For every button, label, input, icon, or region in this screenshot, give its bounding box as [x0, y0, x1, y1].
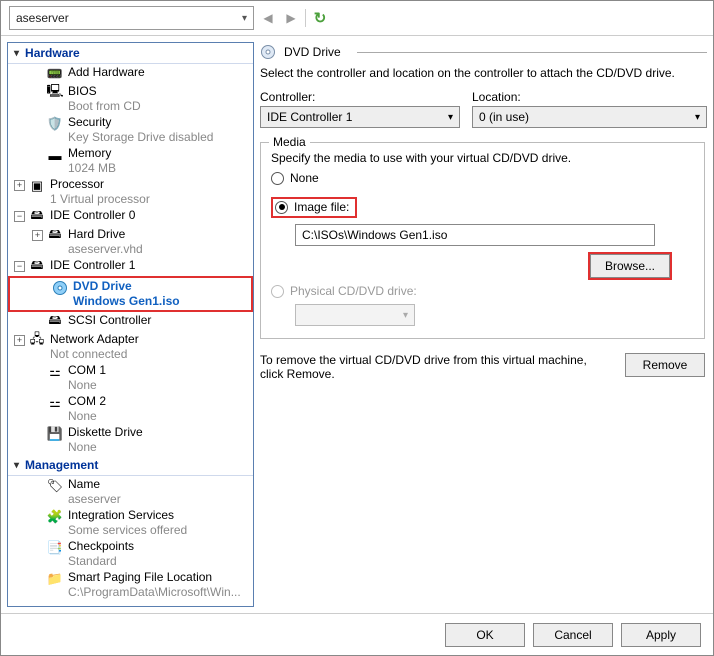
network-icon: 🖧	[29, 333, 45, 349]
radio-icon	[271, 172, 284, 185]
chevron-down-icon: ▾	[403, 310, 408, 321]
processor-icon: ▣	[29, 178, 45, 194]
controller-select[interactable]: IDE Controller 1 ▾	[260, 106, 460, 128]
ok-button[interactable]: OK	[445, 623, 525, 647]
apply-button[interactable]: Apply	[621, 623, 701, 647]
tree-dvd-drive[interactable]: DVD DriveWindows Gen1.iso	[8, 276, 253, 312]
controller-icon: 🖴	[47, 314, 63, 330]
divider	[357, 52, 707, 53]
expand-icon[interactable]: +	[14, 335, 25, 346]
pane-title-text: DVD Drive	[284, 45, 341, 59]
vm-selector-value: aseserver	[16, 11, 69, 25]
tree-checkpoints[interactable]: 📑 CheckpointsStandard	[8, 538, 253, 569]
tree-integration[interactable]: 🧩 Integration ServicesSome services offe…	[8, 507, 253, 538]
expand-icon[interactable]: +	[14, 180, 25, 191]
media-legend: Media	[269, 135, 310, 149]
location-select[interactable]: 0 (in use) ▾	[472, 106, 707, 128]
hardware-label: Hardware	[25, 46, 80, 60]
location-label: Location:	[472, 90, 707, 104]
collapse-box-icon[interactable]: −	[14, 211, 25, 222]
settings-pane: DVD Drive Select the controller and loca…	[258, 42, 707, 607]
dialog-buttons: OK Cancel Apply	[1, 613, 713, 655]
chevron-down-icon: ▾	[695, 112, 700, 123]
collapse-icon: ▾	[14, 48, 19, 59]
remove-button[interactable]: Remove	[625, 353, 705, 377]
controller-icon: 🖴	[29, 259, 45, 275]
tree-diskette[interactable]: 💾 Diskette DriveNone	[8, 424, 253, 455]
tree-add-hardware[interactable]: 📟 Add Hardware	[8, 64, 253, 83]
folder-icon: 📁	[47, 571, 63, 587]
name-icon: 🏷	[47, 478, 63, 494]
management-header[interactable]: ▾ Management	[8, 455, 253, 476]
add-hardware-icon: 📟	[47, 66, 63, 82]
radio-icon	[275, 201, 288, 214]
nav-next-button[interactable]: ▶	[282, 9, 300, 27]
image-path-input[interactable]: C:\ISOs\Windows Gen1.iso	[295, 224, 655, 246]
media-desc: Specify the media to use with your virtu…	[271, 151, 694, 165]
cancel-button[interactable]: Cancel	[533, 623, 613, 647]
dvd-icon	[260, 44, 276, 60]
tree-name[interactable]: 🏷 Nameaseserver	[8, 476, 253, 507]
browse-button[interactable]: Browse...	[590, 254, 670, 278]
tree-memory[interactable]: ▬ Memory1024 MB	[8, 145, 253, 176]
physical-drive-select: ▾	[295, 304, 415, 326]
diskette-icon: 💾	[47, 426, 63, 442]
tree-security[interactable]: 🛡️ SecurityKey Storage Drive disabled	[8, 114, 253, 145]
tree-network-adapter[interactable]: + 🖧 Network AdapterNot connected	[8, 331, 253, 362]
tree-processor[interactable]: + ▣ Processor1 Virtual processor	[8, 176, 253, 207]
controller-label: Controller:	[260, 90, 460, 104]
pane-title: DVD Drive	[258, 42, 707, 66]
pane-intro: Select the controller and location on th…	[260, 66, 707, 80]
radio-none[interactable]: None	[271, 171, 694, 185]
controller-icon: 🖴	[29, 209, 45, 225]
toolbar: aseserver ▾ ◀ ▶ ↻	[1, 1, 713, 35]
management-label: Management	[25, 458, 98, 472]
tree-scsi[interactable]: 🖴 SCSI Controller	[8, 312, 253, 331]
vm-selector-combo[interactable]: aseserver ▾	[9, 6, 254, 30]
collapse-box-icon[interactable]: −	[14, 261, 25, 272]
settings-tree[interactable]: ▾ Hardware 📟 Add Hardware 🖳 BIOSBoot fro…	[7, 42, 254, 607]
checkpoints-icon: 📑	[47, 540, 63, 556]
controller-location-row: Controller: IDE Controller 1 ▾ Location:…	[260, 90, 707, 128]
bios-icon: 🖳	[47, 85, 63, 101]
tree-paging[interactable]: 📁 Smart Paging File LocationC:\ProgramDa…	[8, 569, 253, 600]
hardware-header[interactable]: ▾ Hardware	[8, 43, 253, 64]
refresh-button[interactable]: ↻	[311, 9, 329, 27]
tree-com1[interactable]: ⚍ COM 1None	[8, 362, 253, 393]
dvd-icon	[52, 280, 68, 296]
collapse-icon: ▾	[14, 460, 19, 471]
integration-icon: 🧩	[47, 509, 63, 525]
tree-ide0[interactable]: − 🖴 IDE Controller 0	[8, 207, 253, 226]
com-port-icon: ⚍	[47, 364, 63, 380]
chevron-down-icon: ▾	[242, 13, 247, 24]
tree-ide1[interactable]: − 🖴 IDE Controller 1	[8, 257, 253, 276]
radio-image-file[interactable]: Image file:	[271, 197, 357, 218]
expand-icon[interactable]: +	[32, 230, 43, 241]
media-fieldset: Media Specify the media to use with your…	[260, 142, 705, 339]
nav-prev-button[interactable]: ◀	[259, 9, 277, 27]
memory-icon: ▬	[47, 147, 63, 163]
shield-icon: 🛡️	[47, 116, 63, 132]
radio-physical-drive: Physical CD/DVD drive:	[271, 284, 694, 298]
remove-desc: To remove the virtual CD/DVD drive from …	[260, 353, 613, 381]
tree-hard-drive[interactable]: + 🖴 Hard Driveaseserver.vhd	[8, 226, 253, 257]
com-port-icon: ⚍	[47, 395, 63, 411]
tree-bios[interactable]: 🖳 BIOSBoot from CD	[8, 83, 253, 114]
tree-com2[interactable]: ⚍ COM 2None	[8, 393, 253, 424]
hard-drive-icon: 🖴	[47, 228, 63, 244]
chevron-down-icon: ▾	[448, 112, 453, 123]
radio-icon	[271, 285, 284, 298]
main-area: ▾ Hardware 📟 Add Hardware 🖳 BIOSBoot fro…	[1, 35, 713, 613]
